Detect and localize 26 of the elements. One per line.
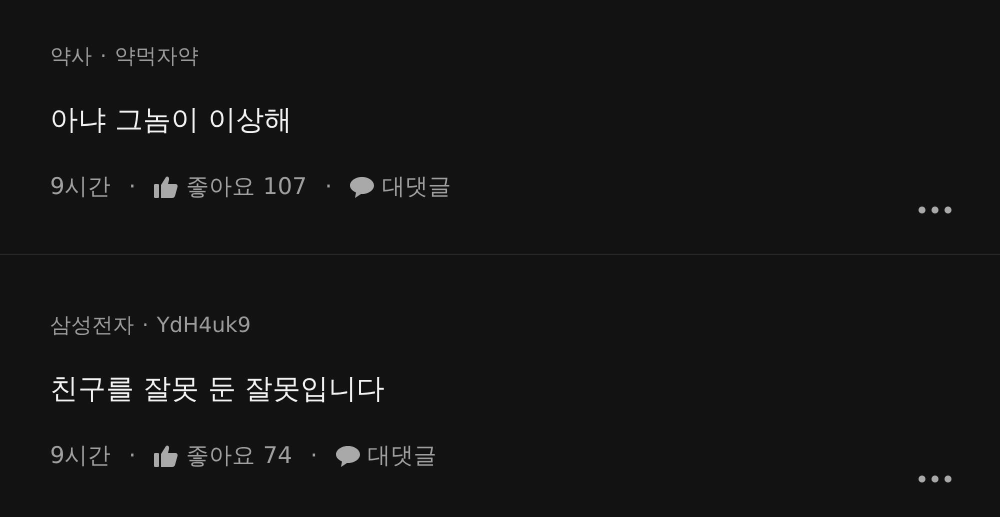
timestamp: 9시간	[50, 442, 111, 471]
separator-dot: ·	[128, 442, 136, 471]
like-label[interactable]: 좋아요	[186, 437, 255, 475]
category-label: 약사	[50, 43, 92, 70]
separator-dot: ·	[310, 442, 318, 471]
separator-dot: ·	[142, 312, 149, 339]
separator-dot: ·	[128, 173, 136, 202]
comment-text: 친구를 잘못 둔 잘못입니다	[50, 372, 385, 405]
comment-text: 아냐 그놈이 이상해	[50, 103, 292, 136]
like-count: 74	[262, 442, 292, 471]
more-icon[interactable]	[918, 206, 952, 214]
thumbs-up-icon[interactable]	[154, 176, 178, 198]
speech-bubble-icon[interactable]	[350, 176, 374, 198]
separator-dot: ·	[324, 173, 332, 202]
like-count: 107	[262, 173, 307, 202]
timestamp: 9시간	[50, 173, 111, 202]
author-name[interactable]: 약먹자약	[114, 38, 199, 74]
thumbs-up-icon[interactable]	[154, 445, 178, 467]
author-name[interactable]: YdH4uk9	[156, 307, 251, 343]
speech-bubble-icon[interactable]	[336, 445, 360, 467]
category-label: 삼성전자	[50, 312, 134, 339]
reply-link[interactable]: 대댓글	[382, 168, 452, 206]
more-icon[interactable]	[918, 475, 952, 483]
like-label[interactable]: 좋아요	[186, 168, 255, 206]
reply-link[interactable]: 대댓글	[368, 437, 437, 475]
separator-dot: ·	[100, 43, 107, 70]
